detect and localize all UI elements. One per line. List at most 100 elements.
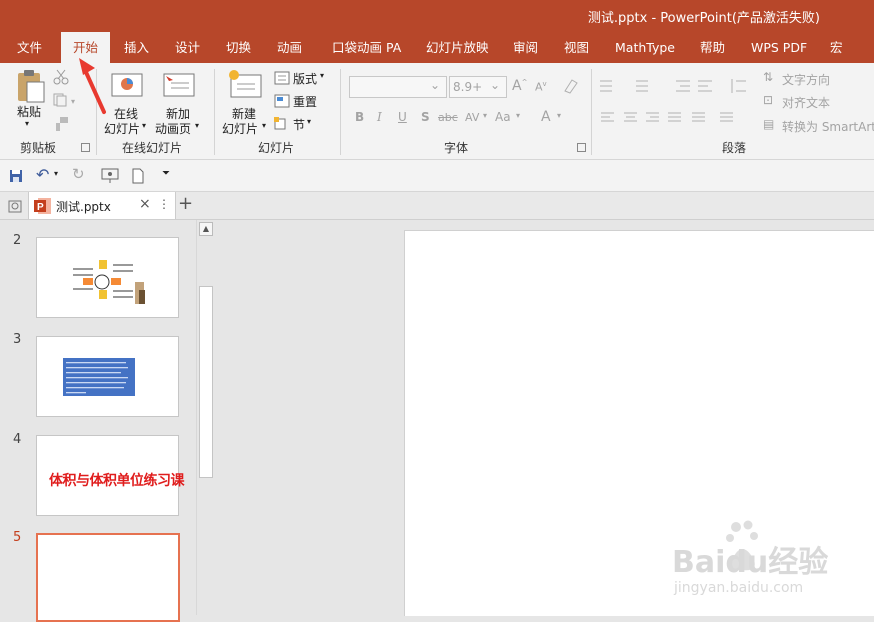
svg-text:▾: ▾ xyxy=(71,97,75,106)
grow-font-icon[interactable]: A^ xyxy=(512,78,527,94)
group-separator xyxy=(591,69,592,155)
new-animation-page-label-2[interactable]: 动画页 xyxy=(155,120,191,137)
clipboard-launcher-icon[interactable] xyxy=(81,143,90,152)
character-spacing-dropdown-icon[interactable]: ▾ xyxy=(483,111,487,120)
text-direction-icon: ⇅ xyxy=(763,70,774,84)
text-shadow-button[interactable]: S xyxy=(421,110,430,124)
text-direction-button[interactable]: 文字方向 xyxy=(782,71,830,88)
smartart-icon: ▤ xyxy=(763,117,775,131)
paste-dropdown-icon[interactable]: ▾ xyxy=(25,119,29,128)
tab-view[interactable]: 视图 xyxy=(564,32,589,63)
slide-thumbnail-3[interactable] xyxy=(36,336,179,417)
shrink-font-icon[interactable]: Av xyxy=(535,80,547,94)
group-label-font: 字体 xyxy=(444,141,469,155)
redo-icon[interactable]: ↻ xyxy=(72,165,85,183)
group-separator xyxy=(340,69,341,155)
presentation-icon[interactable] xyxy=(101,168,119,184)
font-launcher-icon[interactable] xyxy=(577,143,586,152)
cut-icon[interactable] xyxy=(53,69,69,85)
slide-thumbnail-5[interactable] xyxy=(36,533,180,622)
slide-thumbnail-2[interactable] xyxy=(36,237,179,318)
alignment-icons[interactable] xyxy=(600,110,760,126)
tab-slideshow[interactable]: 幻灯片放映 xyxy=(426,32,489,63)
new-document-icon[interactable] xyxy=(131,168,145,184)
svg-text:P: P xyxy=(37,202,44,213)
slide-thumbnail-pane: 2 3 4 体积与体积单位练习课 5 xyxy=(0,220,196,622)
scroll-thumb[interactable] xyxy=(199,286,213,478)
convert-smartart-button[interactable]: 转换为 SmartArt xyxy=(782,118,874,135)
layout-label[interactable]: 版式 xyxy=(293,70,317,87)
chevron-down-icon: ⌄ xyxy=(490,78,501,92)
reset-label[interactable]: 重置 xyxy=(293,93,317,110)
new-slide-dropdown-icon[interactable]: ▾ xyxy=(262,121,266,130)
reset-icon[interactable] xyxy=(274,94,290,108)
powerpoint-file-icon: P xyxy=(34,198,51,214)
tab-transitions[interactable]: 切换 xyxy=(226,32,251,63)
online-slides-icon[interactable] xyxy=(111,71,143,99)
more-options-icon[interactable]: ⋮ xyxy=(158,197,170,211)
strikethrough-button[interactable]: abc xyxy=(438,111,458,124)
layout-dropdown-icon[interactable]: ▾ xyxy=(320,71,324,80)
slide-4-title: 体积与体积单位练习课 xyxy=(49,473,185,489)
align-text-icon: ⊡ xyxy=(763,93,774,107)
quick-access-toolbar: ↶ ▾ ↻ ⏷ xyxy=(0,160,874,192)
format-painter-icon[interactable] xyxy=(54,116,70,132)
font-color-dropdown-icon[interactable]: ▾ xyxy=(557,111,561,120)
undo-dropdown-icon[interactable]: ▾ xyxy=(54,169,58,178)
clear-formatting-icon[interactable] xyxy=(562,77,580,95)
underline-button[interactable]: U xyxy=(398,110,407,124)
new-animation-page-icon[interactable] xyxy=(163,71,195,99)
save-icon[interactable] xyxy=(9,169,23,183)
tab-review[interactable]: 审阅 xyxy=(513,32,538,63)
slide-thumbnail-4[interactable]: 体积与体积单位练习课 xyxy=(36,435,185,516)
list-indent-icons[interactable] xyxy=(598,77,758,95)
chevron-down-icon: ⌄ xyxy=(430,78,441,92)
tab-insert[interactable]: 插入 xyxy=(124,32,149,63)
watermark-main: Baidu经验 xyxy=(672,545,828,580)
undo-icon[interactable]: ↶ xyxy=(36,165,49,184)
italic-button[interactable]: I xyxy=(377,110,382,124)
add-tab-icon[interactable]: + xyxy=(178,193,193,214)
close-icon[interactable]: × xyxy=(139,196,151,212)
section-label[interactable]: 节 xyxy=(293,116,305,133)
document-tab[interactable]: P 测试.pptx × ⋮ xyxy=(28,192,176,219)
tab-help[interactable]: 帮助 xyxy=(700,32,725,63)
font-size-select[interactable]: 8.9+ ⌄ xyxy=(449,76,507,98)
change-case-dropdown-icon[interactable]: ▾ xyxy=(516,111,520,120)
bold-button[interactable]: B xyxy=(355,110,364,124)
slide-number: 4 xyxy=(13,432,22,447)
change-case-button[interactable]: Aa xyxy=(495,110,511,124)
customize-toolbar-icon[interactable]: ⏷ xyxy=(162,168,170,179)
paste-label[interactable]: 粘贴 xyxy=(17,103,41,120)
section-dropdown-icon[interactable]: ▾ xyxy=(307,117,311,126)
group-label-paragraph: 段落 xyxy=(722,141,747,155)
diagram-preview xyxy=(73,260,145,304)
slide-number-current: 5 xyxy=(13,530,22,545)
tab-mathtype[interactable]: MathType xyxy=(615,32,675,63)
font-color-button[interactable]: A xyxy=(541,109,551,125)
new-slide-icon[interactable] xyxy=(228,69,262,99)
tab-pocket-animation[interactable]: 口袋动画 PA xyxy=(332,32,401,63)
font-size-value: 8.9+ xyxy=(453,80,483,94)
tab-design[interactable]: 设计 xyxy=(175,32,200,63)
section-icon[interactable] xyxy=(274,117,290,131)
layout-icon[interactable] xyxy=(274,71,290,85)
online-slides-dropdown-icon[interactable]: ▾ xyxy=(142,121,146,130)
scroll-up-icon[interactable]: ▲ xyxy=(199,222,213,236)
tab-macro[interactable]: 宏 xyxy=(830,32,843,63)
tab-animations[interactable]: 动画 xyxy=(277,32,302,63)
new-slide-label-2[interactable]: 幻灯片 xyxy=(222,120,258,137)
tab-file[interactable]: 文件 xyxy=(17,32,42,63)
paste-icon[interactable] xyxy=(15,69,47,103)
character-spacing-button[interactable]: AV xyxy=(465,111,479,124)
group-label-online-slides: 在线幻灯片 xyxy=(122,141,183,155)
text-box-preview xyxy=(63,358,135,396)
new-animation-page-dropdown-icon[interactable]: ▾ xyxy=(195,121,199,130)
tab-list-icon[interactable] xyxy=(7,198,23,214)
online-slides-label-2[interactable]: 幻灯片 xyxy=(104,120,140,137)
thumbnail-scrollbar[interactable]: ▲ xyxy=(196,220,215,615)
tab-wps-pdf[interactable]: WPS PDF xyxy=(751,32,807,63)
align-text-button[interactable]: 对齐文本 xyxy=(782,94,830,111)
group-label-slides: 幻灯片 xyxy=(258,141,295,155)
font-name-select[interactable]: ⌄ xyxy=(349,76,447,98)
